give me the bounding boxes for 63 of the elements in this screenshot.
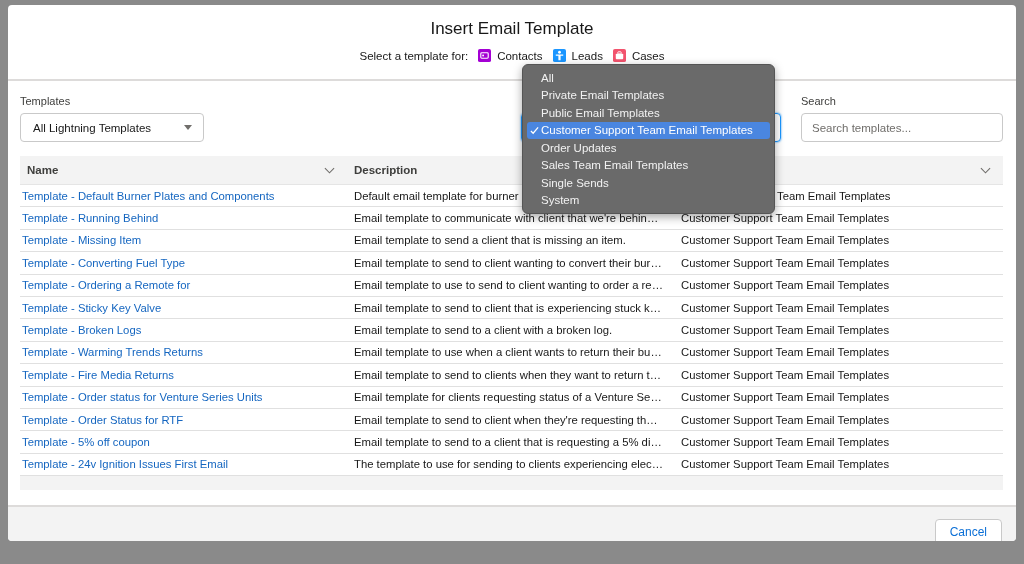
template-link[interactable]: Template - Running Behind <box>22 212 159 225</box>
table-cell: Email template to use to send to client wanting to order a re… <box>354 279 663 292</box>
table-cell: Customer Support Team Email Templates <box>681 413 890 426</box>
modal-title: Insert Email Template <box>430 19 594 39</box>
template-link[interactable]: Template - Fire Media Returns <box>22 368 174 381</box>
caret-icon <box>184 125 192 130</box>
table-cell: Customer Support Team Email Templates <box>681 279 890 292</box>
table-cell: Email template to send to a client that is requesting a 5% di… <box>354 436 662 448</box>
template-link[interactable]: Template - Converting Fuel Type <box>22 256 186 269</box>
table-cell: Customer Support Team Email Templates <box>681 234 890 247</box>
table-cell: Customer Support Team Email Templates <box>681 212 890 225</box>
chevron-down-icon[interactable] <box>324 166 335 174</box>
table-cell: Customer Support Team Email Templates <box>681 436 890 448</box>
template-link[interactable]: Template - Sticky Key Valve <box>22 301 162 314</box>
table-cell: Customer Support Team Email Templates <box>681 256 890 269</box>
table-cell: Customer Support Team Email Templates <box>681 346 890 359</box>
table-cell: Email template to send a client that is missing an item. <box>354 234 626 247</box>
table-cell: Customer Support Team Email Templates <box>681 391 890 404</box>
menu-item[interactable]: Order Updates <box>527 139 770 157</box>
table-cell: Email template to use when a client wants to return their bu… <box>354 346 662 359</box>
template-link[interactable]: Template - Order status for Venture Series Units <box>22 391 263 404</box>
chevron-down-icon[interactable] <box>980 166 991 174</box>
column-header[interactable]: Name <box>27 164 59 176</box>
table-cell: Email template to send to client when they're requesting th… <box>354 413 658 426</box>
field-label: Templates <box>20 95 72 107</box>
table-cell: Default email template for burner <box>354 189 519 202</box>
table-cell: Email template to send to client that is experiencing stuck k… <box>354 301 662 314</box>
table-cell: Customer Support Team Email Templates <box>681 368 890 381</box>
menu-item[interactable]: All <box>527 69 770 87</box>
menu-item[interactable]: Customer Support Team Email Templates <box>527 121 770 139</box>
search-field[interactable]: Search templates... <box>801 113 1003 142</box>
menu-item[interactable]: Public Email Templates <box>527 104 770 122</box>
subtitle: Select a template for: <box>359 49 469 62</box>
template-link[interactable]: Template - 24v Ignition Issues First Email <box>22 458 228 471</box>
table-cell: Email template to communicate with client that we're behin… <box>354 212 659 225</box>
object-type-label[interactable]: Contacts <box>497 49 543 62</box>
template-link[interactable]: Template - Default Burner Plates and Components <box>22 189 275 202</box>
templates-dropdown[interactable]: All Lightning Templates <box>20 113 204 142</box>
template-link[interactable]: Template - Missing Item <box>22 234 142 247</box>
table-cell: Customer Support Team Email Templates <box>681 324 890 337</box>
menu-item[interactable]: Single Sends <box>527 174 770 192</box>
field-label: Search <box>801 95 837 107</box>
table-cell: Email template to send to client wanting to convert their bur… <box>354 256 662 269</box>
template-link[interactable]: Template - Broken Logs <box>22 324 142 337</box>
menu-item[interactable]: Private Email Templates <box>527 86 770 104</box>
column-header[interactable]: Description <box>354 164 418 176</box>
table-cell: Email template for clients requesting status of a Venture Se… <box>354 391 662 404</box>
cancel-button[interactable]: Cancel <box>934 518 1002 541</box>
table-cell: Customer Support Team Email Templates <box>681 301 890 314</box>
table-cell: The template to use for sending to clients experiencing elec… <box>354 458 663 471</box>
template-link[interactable]: Template - 5% off coupon <box>22 436 150 448</box>
table-cell: Team Email Templates <box>777 189 891 202</box>
template-link[interactable]: Template - Order Status for RTF <box>22 413 184 426</box>
template-link[interactable]: Template - Warming Trends Returns <box>22 346 204 359</box>
template-link[interactable]: Template - Ordering a Remote for <box>22 279 191 292</box>
menu-item[interactable]: Sales Team Email Templates <box>527 156 770 174</box>
object-type-label[interactable]: Cases <box>631 49 665 62</box>
checkmark-icon <box>530 125 539 135</box>
table-cell: Customer Support Team Email Templates <box>681 458 890 471</box>
table-cell: Email template to send to clients when they want to return t… <box>354 368 662 381</box>
table-cell: Email template to send to a client with a broken log. <box>354 324 613 337</box>
object-type-label[interactable]: Leads <box>571 49 603 62</box>
menu-item[interactable]: System <box>527 191 770 209</box>
